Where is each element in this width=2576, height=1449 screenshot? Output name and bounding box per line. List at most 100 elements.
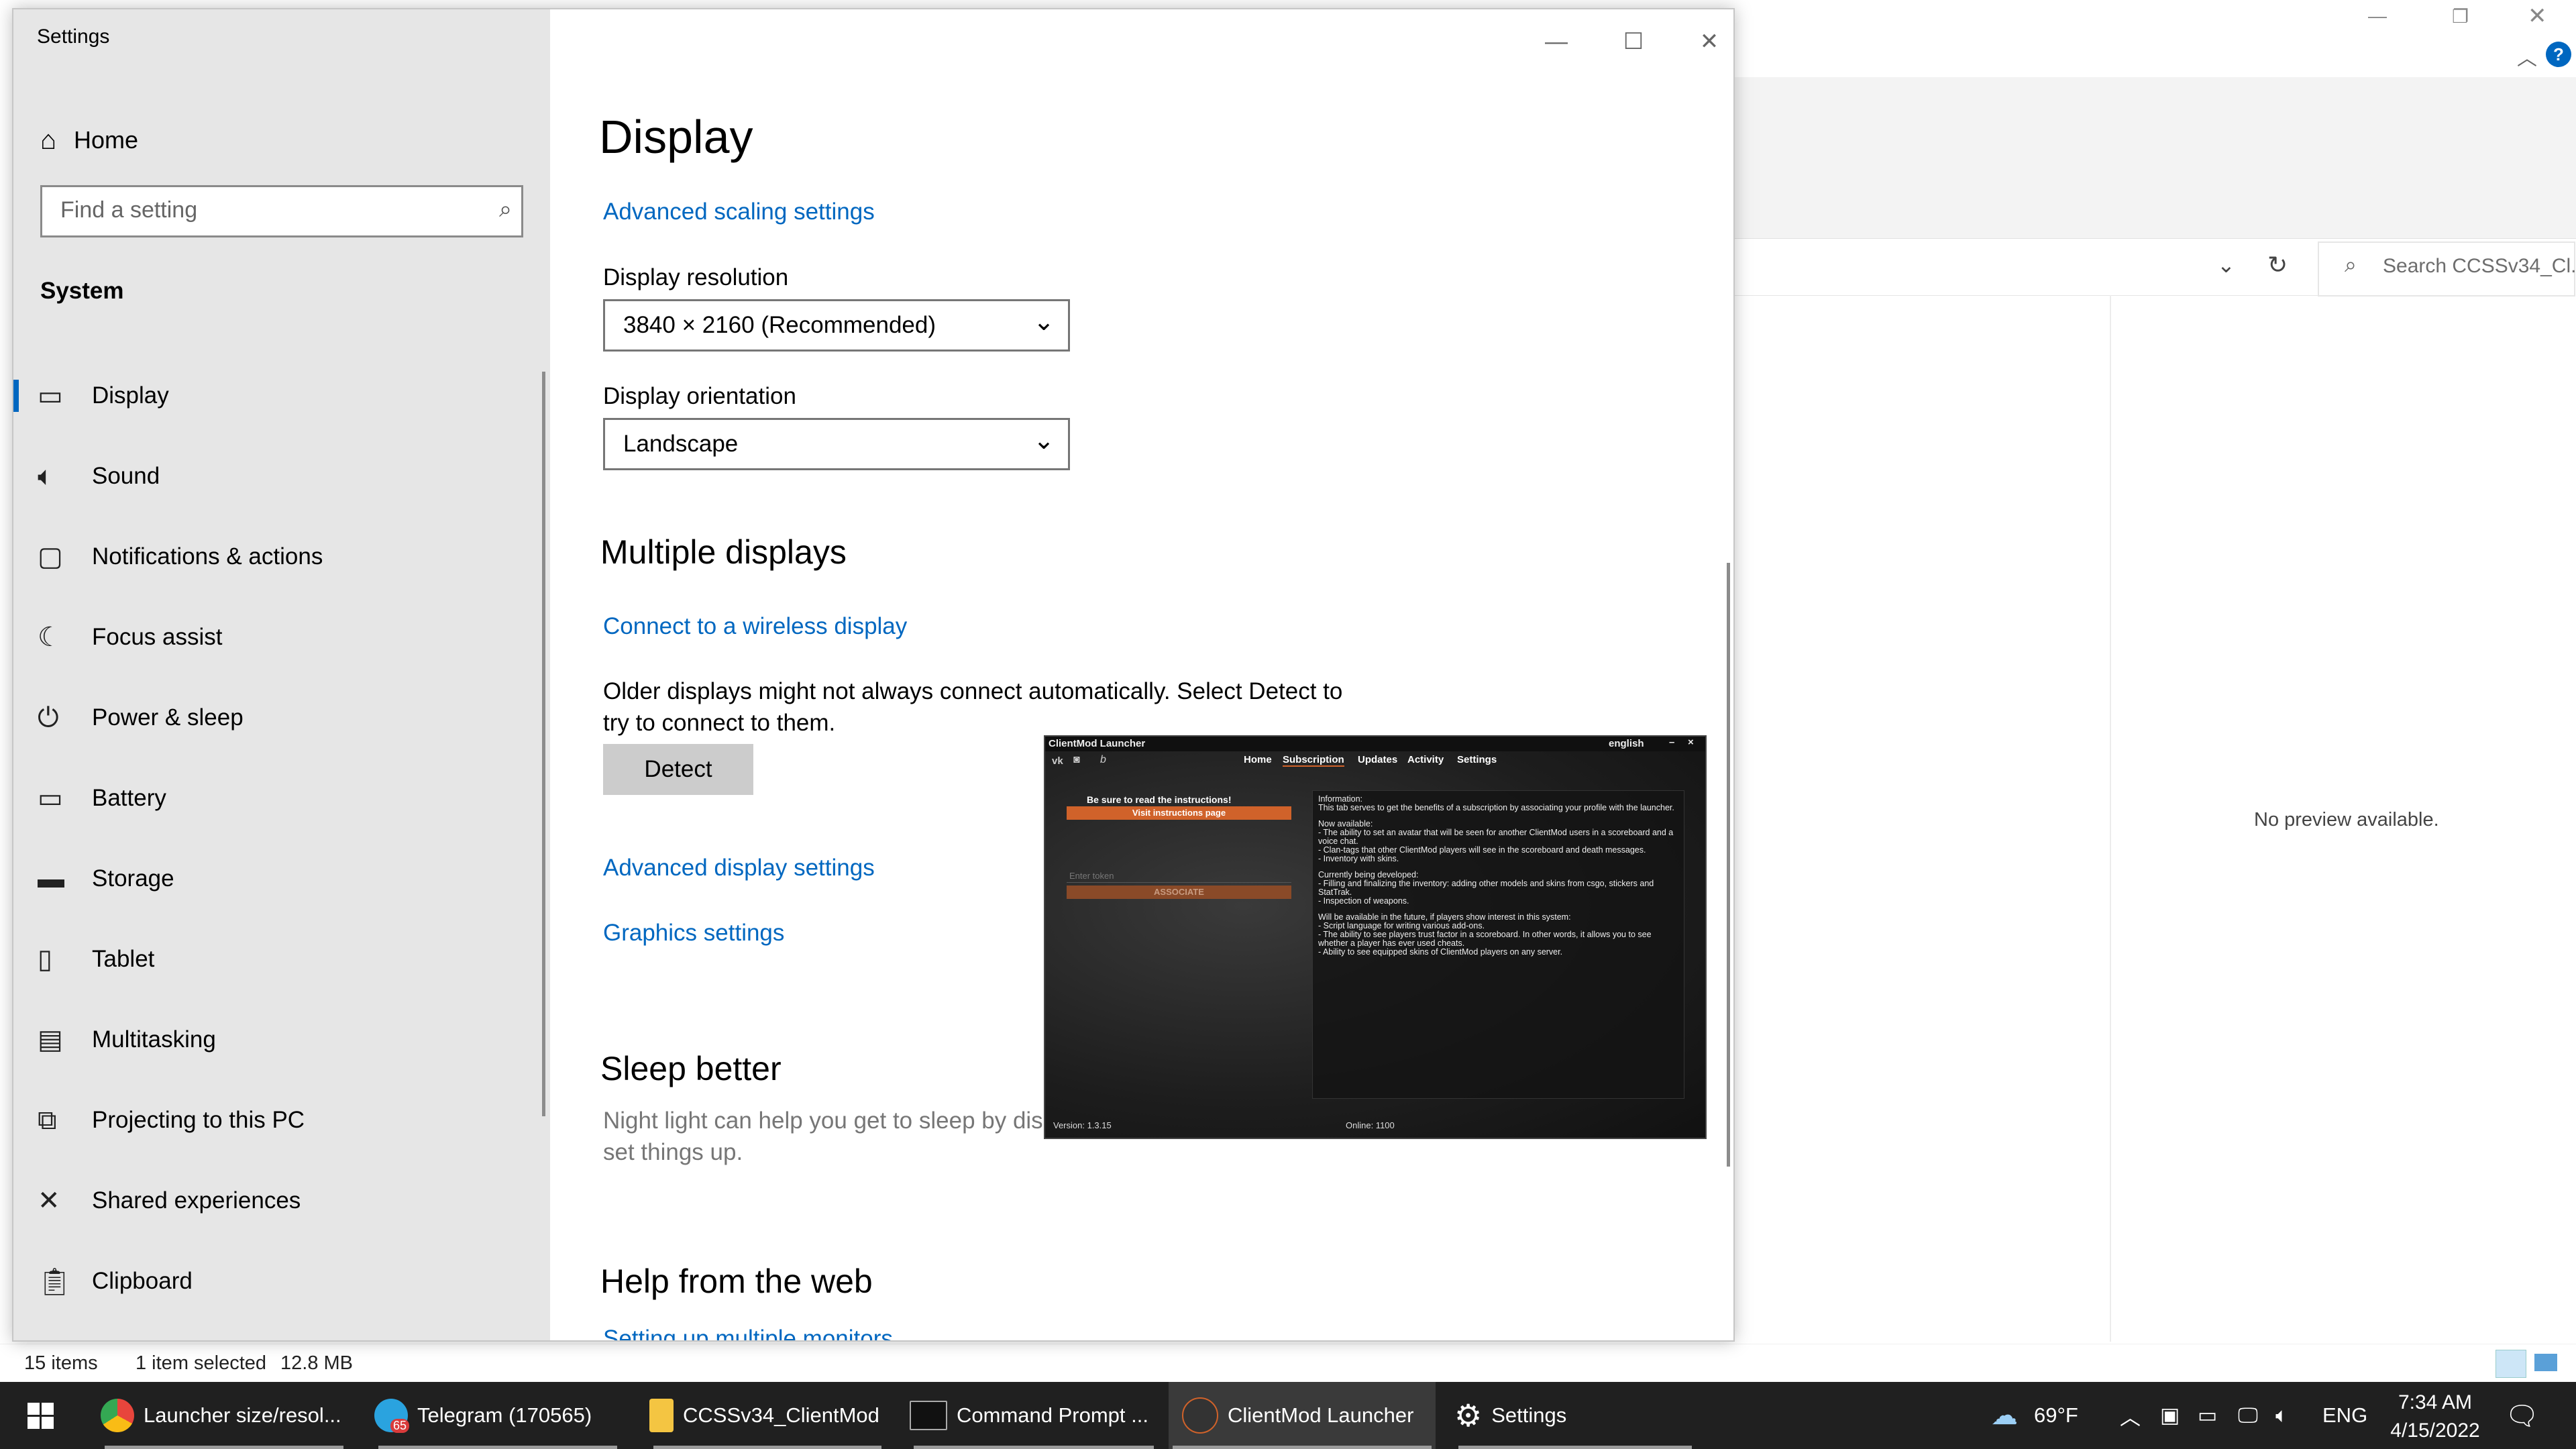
sidebar-item-focus-assist[interactable]: ☾ Focus assist [13, 605, 550, 669]
launcher-tab-activity[interactable]: Activity [1407, 754, 1444, 765]
sidebar-item-multitasking[interactable]: ▤ Multitasking [13, 1008, 550, 1072]
find-setting-input[interactable] [59, 197, 478, 224]
address-bar[interactable]: ⌄ ↻ [1731, 241, 2321, 296]
chevron-down-icon[interactable]: ⌄ [2217, 252, 2235, 278]
taskbar-item-cmd[interactable]: Command Prompt ... [910, 1382, 1158, 1449]
weather-cloud-icon: ☁ [1991, 1401, 2018, 1430]
minimize-icon[interactable]: – [1669, 737, 1674, 748]
resolution-label: Display resolution [603, 264, 789, 290]
taskbar-item-explorer[interactable]: CCSSv34_ClientMod [649, 1382, 885, 1449]
launcher-title: ClientMod Launcher [1049, 738, 1146, 749]
sidebar-item-tablet[interactable]: ▯ Tablet [13, 927, 550, 991]
taskbar-item-label: Command Prompt ... [957, 1403, 1148, 1427]
taskbar-item-chrome[interactable]: Launcher size/resol... [101, 1382, 347, 1449]
multitasking-icon: ▤ [38, 1025, 63, 1055]
chevron-up-icon[interactable]: ︿ [2120, 1382, 2141, 1449]
graphics-settings-link[interactable]: Graphics settings [603, 920, 784, 947]
detect-button[interactable]: Detect [603, 744, 753, 795]
notification-icon: ▢ [38, 542, 63, 572]
explorer-search-box[interactable]: ⌕ Search CCSSv34_Cl... [2318, 241, 2576, 297]
restore-icon[interactable]: ❐ [2452, 5, 2469, 28]
launcher-language[interactable]: english [1609, 738, 1644, 749]
no-preview-text: No preview available. [2254, 809, 2439, 830]
meet-now-icon[interactable]: ▣ [2160, 1382, 2180, 1449]
clock-date: 4/15/2022 [2390, 1419, 2480, 1442]
folder-icon [649, 1399, 674, 1432]
sidebar-item-label: Storage [92, 865, 174, 892]
sidebar-item-battery[interactable]: ▭ Battery [13, 766, 550, 830]
status-item-count: 15 items [24, 1352, 98, 1374]
launcher-tab-settings[interactable]: Settings [1457, 754, 1497, 765]
details-view-icon[interactable] [2496, 1350, 2526, 1378]
sidebar-item-shared-experiences[interactable]: ✕ Shared experiences [13, 1169, 550, 1233]
notification-center-icon[interactable]: 🗨︎ [2505, 1382, 2539, 1449]
home-icon: ⌂ [40, 125, 57, 155]
associate-button[interactable]: ASSOCIATE [1067, 885, 1291, 899]
advanced-scaling-link[interactable]: Advanced scaling settings [603, 199, 875, 225]
close-icon[interactable]: ✕ [1682, 21, 1733, 62]
sidebar-item-sound[interactable]: 🔈︎ Sound [13, 444, 550, 508]
launcher-tab-subscription[interactable]: Subscription [1283, 754, 1344, 767]
preview-divider[interactable] [2110, 295, 2111, 1342]
night-light-text-1: Night light can help you get to sleep by… [603, 1108, 1057, 1134]
taskbar-item-label: Launcher size/resol... [144, 1403, 341, 1427]
launcher-online: Online: 1100 [1346, 1120, 1395, 1130]
sidebar-item-label: Notifications & actions [92, 543, 323, 570]
connect-wireless-link[interactable]: Connect to a wireless display [603, 613, 907, 640]
cmd-icon [910, 1401, 947, 1430]
info-paragraph: Will be available in the future, if play… [1318, 912, 1652, 957]
language-indicator[interactable]: ENG [2322, 1382, 2367, 1449]
resolution-dropdown[interactable]: 3840 × 2160 (Recommended) ⌄ [603, 299, 1070, 352]
sidebar-item-label: Clipboard [92, 1268, 193, 1294]
running-indicator [653, 1446, 881, 1449]
visit-instructions-button[interactable]: Visit instructions page [1067, 806, 1291, 820]
speaker-icon: 🔈︎ [38, 461, 54, 491]
chrome-icon [101, 1399, 134, 1432]
running-indicator [1173, 1446, 1432, 1449]
sidebar-item-power-sleep[interactable]: ⏻ Power & sleep [13, 686, 550, 750]
token-input[interactable]: Enter token [1067, 869, 1291, 883]
sidebar-item-display[interactable]: ▭ Display [13, 364, 550, 428]
main-scrollbar[interactable] [1727, 563, 1730, 1167]
help-icon[interactable]: ? [2546, 42, 2571, 67]
start-button[interactable] [0, 1382, 80, 1449]
taskbar-item-settings[interactable]: ⚙ Settings [1454, 1382, 1696, 1449]
search-icon[interactable]: ⌕ [499, 197, 512, 223]
battery-icon[interactable]: ▭ [2198, 1382, 2217, 1449]
launcher-tab-home[interactable]: Home [1244, 754, 1272, 765]
sidebar-item-storage[interactable]: ▬ Storage [13, 847, 550, 911]
orientation-dropdown[interactable]: Landscape ⌄ [603, 418, 1070, 470]
network-icon[interactable]: 🖵︎ [2238, 1382, 2258, 1449]
vk-icon[interactable]: vk [1052, 755, 1063, 767]
discord-icon[interactable]: ◙ [1073, 754, 1080, 766]
launcher-title-bar: ClientMod Launcher english – × [1045, 737, 1705, 751]
taskbar-item-telegram[interactable]: 65 Telegram (170565) [374, 1382, 621, 1449]
status-size: 12.8 MB [280, 1352, 353, 1374]
taskbar-item-clientmod[interactable]: ClientMod Launcher [1169, 1382, 1436, 1449]
boosty-icon[interactable]: b [1100, 754, 1106, 766]
instructions-heading: Be sure to read the instructions! [1087, 794, 1232, 805]
close-icon[interactable]: × [1688, 737, 1694, 748]
running-indicator [378, 1446, 617, 1449]
volume-icon[interactable]: 🔈︎ [2275, 1382, 2288, 1449]
sidebar-item-notifications[interactable]: ▢ Notifications & actions [13, 525, 550, 589]
large-icons-view-icon[interactable] [2534, 1354, 2557, 1371]
older-displays-text-2: try to connect to them. [603, 710, 836, 736]
setup-monitors-link[interactable]: Setting up multiple monitors [603, 1326, 893, 1340]
find-setting-search-box[interactable]: ⌕ [40, 185, 523, 237]
telegram-badge: 65 [390, 1419, 410, 1433]
minimize-icon[interactable]: — [2368, 5, 2387, 27]
chevron-up-icon[interactable]: ︿ [2517, 42, 2537, 71]
maximize-icon[interactable]: ☐ [1607, 21, 1660, 62]
advanced-display-link[interactable]: Advanced display settings [603, 855, 875, 881]
close-icon[interactable]: ✕ [2528, 3, 2547, 30]
home-nav-item[interactable]: ⌂ Home [40, 117, 138, 164]
launcher-tab-updates[interactable]: Updates [1358, 754, 1397, 765]
sidebar-item-clipboard[interactable]: 📋︎ Clipboard [13, 1249, 550, 1313]
minimize-icon[interactable]: — [1529, 21, 1583, 62]
clock[interactable]: 7:34 AM 4/15/2022 [2388, 1389, 2482, 1445]
weather-widget[interactable]: ☁ 69°F [1991, 1382, 2078, 1449]
refresh-icon[interactable]: ↻ [2267, 251, 2288, 279]
sidebar-item-projecting[interactable]: ⧉ Projecting to this PC [13, 1088, 550, 1152]
sidebar-scrollbar[interactable] [542, 372, 545, 1116]
